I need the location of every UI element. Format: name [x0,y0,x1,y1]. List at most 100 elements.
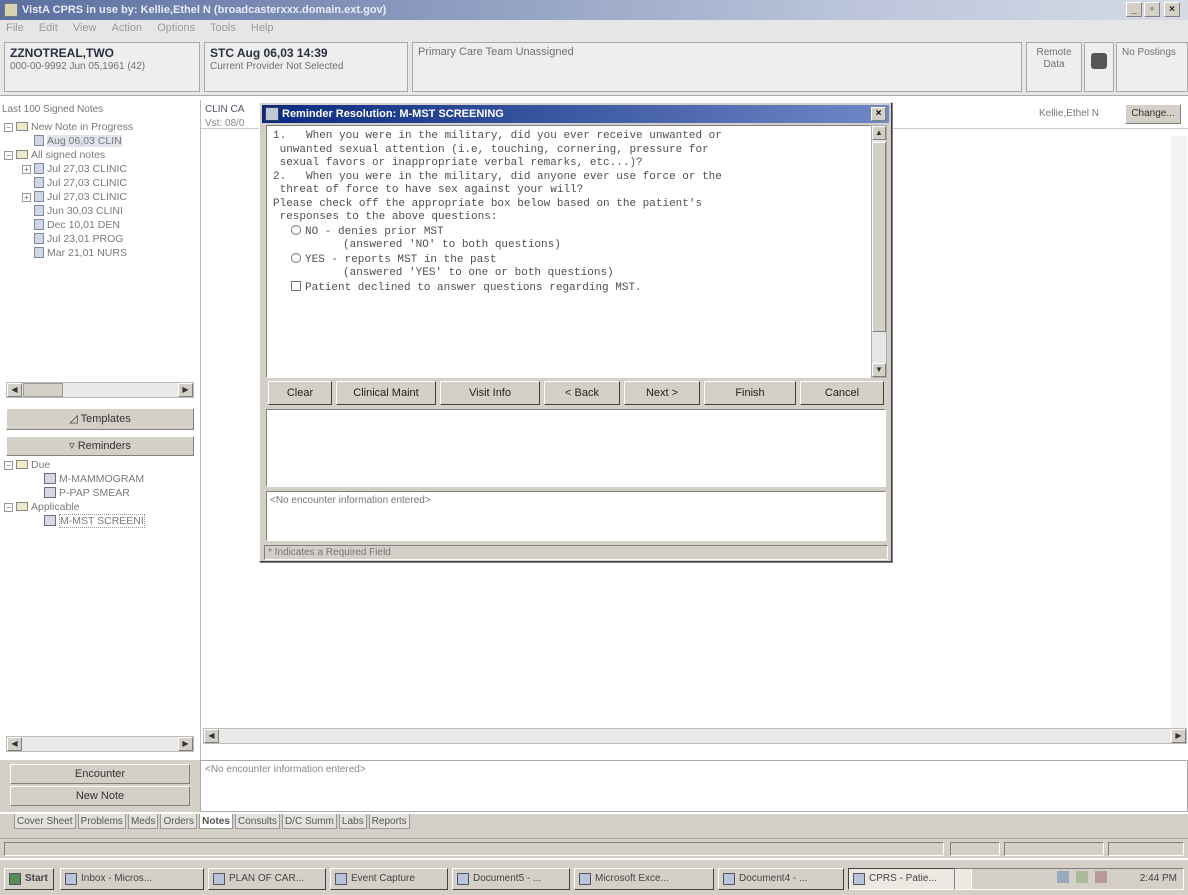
window-title-bar[interactable]: VistA CPRS in use by: Kellie,Ethel N (br… [0,0,1188,20]
menu-action[interactable]: Action [106,20,149,36]
tab-consults[interactable]: Consults [234,814,280,829]
tree-node-reminder[interactable]: M-MAMMOGRAM [4,472,196,486]
menu-tools[interactable]: Tools [204,20,242,36]
tree-node-note[interactable]: Jul 27,03 CLINIC [4,176,196,190]
scroll-right-arrow-icon[interactable]: ▶ [178,737,193,751]
patient-info-button[interactable]: ZZNOTREAL,TWO 000-00-9992 Jun 05,1961 (4… [4,42,200,92]
tree-node-note[interactable]: Aug 06,03 CLIN [4,134,196,148]
collapse-icon[interactable]: − [4,151,13,160]
clinical-maint-button[interactable]: Clinical Maint [336,381,436,405]
scroll-right-arrow-icon[interactable]: ▶ [1171,729,1186,743]
scroll-right-arrow-icon[interactable]: ▶ [178,383,193,397]
note-preview-box[interactable] [266,409,886,487]
back-button[interactable]: < Back [544,381,620,405]
clear-button[interactable]: Clear [268,381,332,405]
menu-edit[interactable]: Edit [33,20,64,36]
encounter-location-button[interactable]: STC Aug 06,03 14:39 Current Provider Not… [204,42,408,92]
taskbar-item[interactable]: Document5 - ... [452,868,570,890]
option-no-mst[interactable]: NO - denies prior MST [273,224,864,240]
start-button[interactable]: Start [4,868,54,890]
tree-node-new-note[interactable]: − New Note in Progress [4,120,196,134]
tree-node-due[interactable]: − Due [4,458,196,472]
tree-node-note[interactable]: Mar 21,01 NURS [4,246,196,260]
new-note-button[interactable]: New Note [10,786,190,806]
dialog-close-button[interactable]: × [871,107,886,121]
note-hscroll[interactable]: ◀ ▶ [203,728,1187,744]
tree-node-applicable[interactable]: − Applicable [4,500,196,514]
collapse-icon[interactable]: − [4,503,13,512]
reminders-button[interactable]: ▿ Reminders [6,436,194,456]
notes-tree[interactable]: − New Note in Progress Aug 06,03 CLIN − Al… [4,120,196,390]
tab-notes[interactable]: Notes [199,814,233,829]
tree-node-note[interactable]: Dec 10,01 DEN [4,218,196,232]
tree-node-reminder[interactable]: M-MST SCREENI [4,514,196,528]
encounter-button[interactable]: Encounter [10,764,190,784]
expand-icon[interactable]: + [22,193,31,202]
menu-options[interactable]: Options [151,20,201,36]
reminders-tree[interactable]: − Due M-MAMMOGRAM P-PAP SMEAR − Applicable… [4,458,196,548]
radio-yes-mst[interactable] [291,252,301,263]
notes-tree-hscroll[interactable]: ◀ ▶ [6,382,194,398]
questions-vscroll[interactable]: ▲ ▼ [871,125,887,378]
note-vscroll[interactable] [1171,136,1187,736]
option-yes-mst[interactable]: YES - reports MST in the past [273,252,864,268]
tab-problems[interactable]: Problems [77,814,126,829]
tree-node-reminder[interactable]: P-PAP SMEAR [4,486,196,500]
taskbar-item[interactable]: Inbox - Micros... [60,868,204,890]
checkbox-declined[interactable] [291,280,301,291]
scroll-left-arrow-icon[interactable]: ◀ [7,383,22,397]
scroll-up-arrow-icon[interactable]: ▲ [872,126,886,140]
dialog-title-bar[interactable]: Reminder Resolution: M-MST SCREENING × [262,105,889,123]
app-icon[interactable] [4,3,18,17]
tree-node-note[interactable]: + Jul 27,03 CLINIC [4,162,196,176]
templates-button[interactable]: ◿ Templates [6,408,194,430]
tree-node-note[interactable]: Jun 30,03 CLINI [4,204,196,218]
postings-button[interactable]: No Postings [1116,42,1188,92]
menu-view[interactable]: View [67,20,103,36]
close-window-button[interactable]: × [1164,2,1180,17]
menu-file[interactable]: File [0,20,30,36]
scroll-left-arrow-icon[interactable]: ◀ [204,729,219,743]
tab-cover-sheet[interactable]: Cover Sheet [14,814,76,829]
tab-orders[interactable]: Orders [160,814,198,829]
expand-icon[interactable]: + [22,165,31,174]
taskbar-clock[interactable]: 2:44 PM [1140,873,1177,884]
tab-dc-summ[interactable]: D/C Summ [281,814,337,829]
finish-button[interactable]: Finish [704,381,796,405]
minimize-button[interactable]: _ [1126,2,1142,17]
option-declined[interactable]: Patient declined to answer questions reg… [273,280,864,296]
change-button[interactable]: Change... [1125,104,1181,124]
cancel-button[interactable]: Cancel [800,381,884,405]
radio-no-mst[interactable] [291,224,301,235]
tree-node-note[interactable]: Jul 23,01 PROG [4,232,196,246]
tree-node-note[interactable]: + Jul 27,03 CLINIC [4,190,196,204]
vitals-button[interactable] [1084,42,1114,92]
tray-antivirus-icon[interactable] [1094,871,1107,883]
scroll-thumb[interactable] [872,142,886,332]
visit-info-button[interactable]: Visit Info [440,381,540,405]
collapse-icon[interactable]: − [4,123,13,132]
tray-network-icon[interactable] [1057,871,1070,883]
taskbar-item[interactable]: PLAN OF CAR... [208,868,326,890]
tree-node-all-signed[interactable]: − All signed notes [4,148,196,162]
taskbar-item[interactable]: Event Capture [330,868,448,890]
tab-reports[interactable]: Reports [368,814,410,829]
status-panel [1004,842,1104,856]
primary-care-button[interactable]: Primary Care Team Unassigned [412,42,1022,92]
taskbar-item[interactable]: Document4 - ... [718,868,844,890]
remote-data-button[interactable]: Remote Data [1026,42,1082,92]
tab-meds[interactable]: Meds [127,814,159,829]
reminders-hscroll[interactable]: ◀ ▶ [6,736,194,752]
menu-help[interactable]: Help [245,20,280,36]
maximize-button[interactable]: ▫ [1144,2,1160,17]
reminder-icon [44,473,56,484]
scroll-down-arrow-icon[interactable]: ▼ [872,363,886,377]
scroll-thumb[interactable] [23,383,63,397]
tab-labs[interactable]: Labs [338,814,367,829]
folder-icon [16,460,28,469]
next-button[interactable]: Next > [624,381,700,405]
tray-volume-icon[interactable] [1076,871,1089,883]
collapse-icon[interactable]: − [4,461,13,470]
taskbar-item[interactable]: Microsoft Exce... [574,868,714,890]
scroll-left-arrow-icon[interactable]: ◀ [7,737,22,751]
